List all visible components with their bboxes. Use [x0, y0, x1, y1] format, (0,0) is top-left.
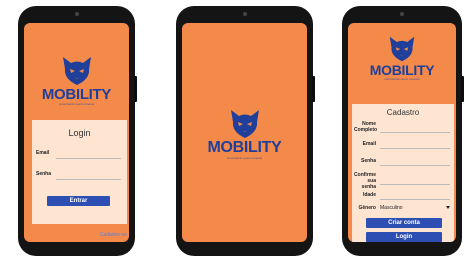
senha-field[interactable]: [56, 179, 121, 180]
cadastre-se-link[interactable]: Cadastre-se: [100, 232, 127, 238]
confirme-senha-label: Confirme sua senha: [354, 172, 376, 190]
side-button: [134, 76, 137, 102]
genero-value: Masculino: [380, 205, 403, 211]
email-label: Email: [36, 150, 50, 156]
senha-field[interactable]: [380, 165, 450, 166]
cadastro-screen: MOBILITY conectando quem conecta Cadastr…: [348, 23, 456, 242]
brand-wordmark: MOBILITY: [207, 139, 282, 156]
brand-wordmark: MOBILITY: [369, 62, 435, 78]
brand-tagline: conectando quem conecta: [384, 77, 420, 81]
email-field[interactable]: [56, 158, 121, 159]
genero-select[interactable]: Masculino: [380, 204, 450, 212]
splash-screen: MOBILITY conectando quem conecta: [182, 23, 307, 242]
camera-dot: [242, 12, 247, 16]
side-button: [461, 76, 464, 102]
nome-field[interactable]: [380, 132, 450, 133]
idade-label: Idade: [362, 192, 376, 198]
panther-logo-icon: [389, 36, 415, 62]
panther-logo-icon: [62, 57, 91, 85]
senha-label: Senha: [360, 158, 376, 164]
criar-conta-button[interactable]: Criar conta: [366, 218, 442, 228]
senha-label: Senha: [36, 171, 52, 177]
cadastro-card: Cadastro Nome Completo Email Senha Confi…: [352, 104, 454, 242]
login-screen: MOBILITY conectando quem conecta Login E…: [24, 23, 129, 242]
brand-logo: MOBILITY conectando quem conecta: [37, 55, 117, 106]
phone-splash: MOBILITY conectando quem conecta: [176, 6, 315, 256]
confirme-senha-field[interactable]: [380, 184, 450, 185]
login-title: Login: [68, 128, 91, 138]
camera-dot: [400, 12, 404, 16]
brand-logo: MOBILITY conectando quem conecta: [200, 108, 290, 160]
login-button[interactable]: Login: [366, 232, 442, 242]
phone-login: MOBILITY conectando quem conecta Login E…: [18, 6, 137, 256]
login-card: Login Email Senha Entrar: [32, 120, 127, 224]
idade-field[interactable]: [380, 199, 450, 200]
brand-wordmark: MOBILITY: [41, 86, 112, 103]
entrar-button[interactable]: Entrar: [47, 196, 110, 206]
panther-logo-icon: [230, 110, 259, 138]
genero-label: Gênero: [358, 205, 376, 211]
nome-label: Nome Completo: [354, 121, 378, 133]
cadastro-title: Cadastro: [386, 108, 420, 117]
dropdown-arrow-icon: [446, 206, 450, 209]
side-button: [312, 76, 315, 102]
brand-logo: MOBILITY conectando quem conecta: [362, 35, 442, 81]
brand-tagline: conectando quem conecta: [226, 156, 263, 160]
email-label: Email: [362, 141, 376, 147]
camera-dot: [74, 12, 79, 16]
brand-tagline: conectando quem conecta: [58, 102, 95, 106]
email-field[interactable]: [380, 148, 450, 149]
phone-cadastro: MOBILITY conectando quem conecta Cadastr…: [342, 6, 464, 256]
